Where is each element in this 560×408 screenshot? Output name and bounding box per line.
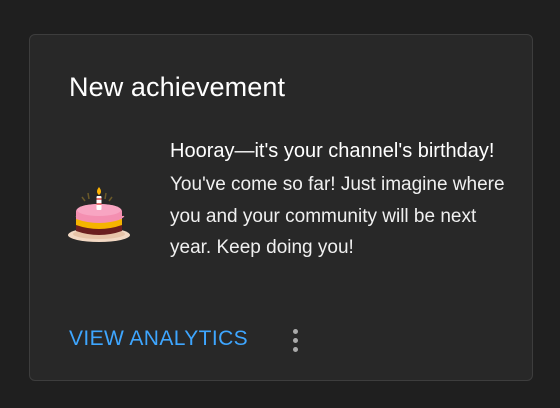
more-vert-icon[interactable]	[283, 325, 307, 355]
achievement-content: Hooray—it's your channel's birthday! You…	[170, 133, 510, 264]
achievement-card: New achievement Hooray—it's your channel…	[29, 34, 533, 381]
achievement-headline: Hooray—it's your channel's birthday!	[170, 140, 495, 162]
card-title: New achievement	[69, 72, 286, 102]
birthday-cake-icon	[66, 183, 132, 249]
view-analytics-link[interactable]: VIEW ANALYTICS	[69, 327, 248, 351]
achievement-body: You've come so far! Just imagine where y…	[170, 174, 505, 258]
